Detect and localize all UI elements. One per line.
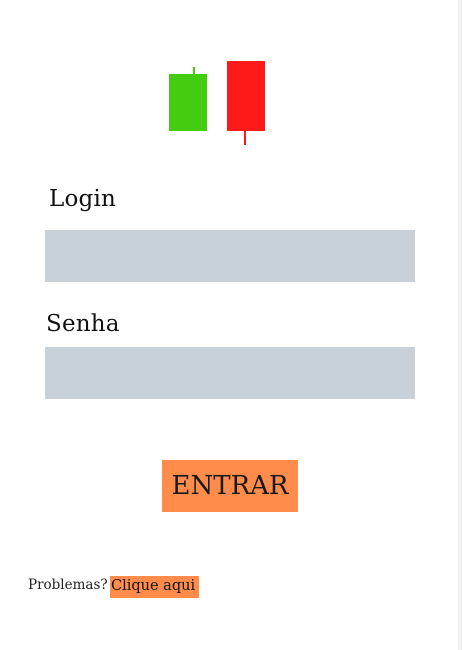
problems-text: Problemas?	[28, 577, 108, 593]
candlestick-logo-icon	[169, 61, 265, 145]
password-field[interactable]	[45, 347, 415, 399]
bear-candle-body	[227, 61, 265, 131]
login-field[interactable]	[45, 230, 415, 282]
bear-candle-icon	[227, 61, 265, 145]
password-label: Senha	[46, 311, 120, 337]
login-label: Login	[49, 186, 117, 212]
help-link[interactable]: Clique aqui	[110, 576, 200, 598]
bull-candle-body	[169, 74, 207, 131]
bull-candle-icon	[169, 67, 207, 131]
submit-button[interactable]: ENTRAR	[162, 460, 298, 512]
